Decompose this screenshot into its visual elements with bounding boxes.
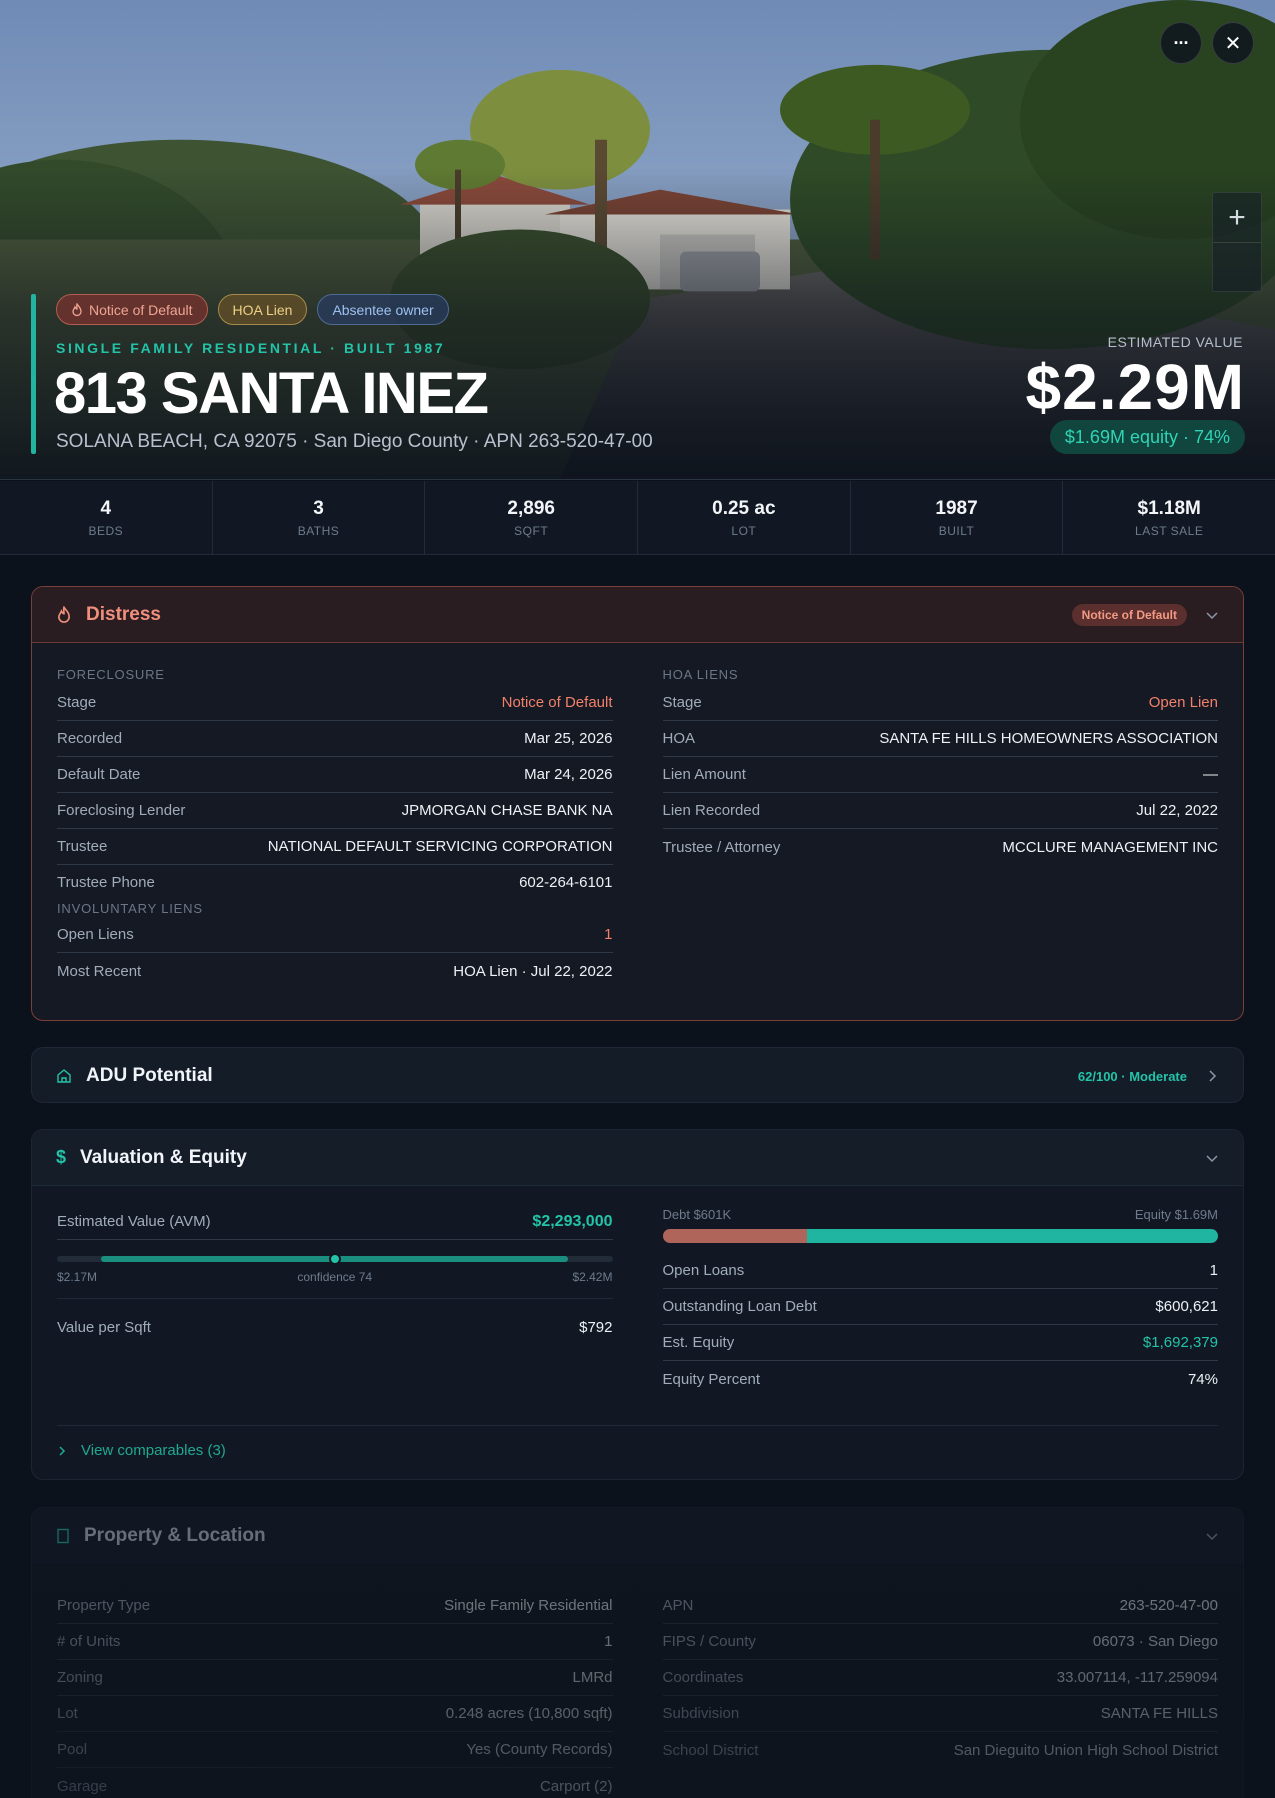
status-badges: Notice of Default HOA Lien Absentee owne… — [56, 294, 449, 325]
table-row: Most Recent HOA Lien · Jul 22, 2022 — [57, 962, 613, 980]
valuation-title: Valuation & Equity — [80, 1146, 247, 1168]
range-labels: $2.17M confidence 74 $2.42M — [57, 1270, 613, 1284]
table-row: Subdivision SANTA FE HILLS — [662, 1696, 1218, 1732]
hero: ··· ✕ + Notice of Default HOA Lien Absen… — [0, 0, 1275, 480]
stat-lot: 0.25 ac LOT — [638, 481, 851, 554]
table-row: Stage Notice of Default — [57, 685, 613, 721]
dollar-icon: $ — [56, 1147, 67, 1167]
table-row: Recorded Mar 25, 2026 — [57, 721, 613, 757]
table-row: School District San Dieguito Union High S… — [662, 1741, 1219, 1759]
flame-icon — [72, 302, 82, 316]
table-row: # of Units 1 — [57, 1624, 613, 1660]
table-row: Equity Percent 74% — [662, 1370, 1219, 1388]
close-button[interactable]: ✕ — [1212, 22, 1254, 64]
foreclosure-label: FORECLOSURE — [57, 666, 165, 682]
stat-beds: 4 BEDS — [0, 481, 213, 554]
zoom-in-button[interactable]: + — [1213, 193, 1261, 243]
table-row: Open Loans 1 — [662, 1253, 1218, 1289]
table-row: Lien Recorded Jul 22, 2022 — [662, 793, 1218, 829]
stat-sqft: 2,896 SQFT — [425, 481, 639, 554]
property-type-line: SINGLE FAMILY RESIDENTIAL · BUILT 1987 — [56, 340, 446, 356]
table-row: Property Type Single Family Residential — [57, 1588, 613, 1624]
avm-row: Estimated Value (AVM) $2,293,000 — [57, 1204, 613, 1240]
confidence-marker — [328, 1253, 341, 1265]
hero-accent-bar — [31, 294, 36, 454]
badge-hoa-lien: HOA Lien — [217, 294, 308, 325]
debt-equity-labels: Debt $601K Equity $1.69M — [662, 1206, 1219, 1222]
estimated-value: $2.29M — [1025, 351, 1245, 423]
table-row: FIPS / County 06073 · San Diego — [662, 1624, 1218, 1660]
avm-column: Estimated Value (AVM) $2,293,000 $2.17M c… — [57, 1204, 613, 1397]
more-icon: ··· — [1173, 32, 1190, 53]
chevron-right-icon — [59, 1445, 66, 1456]
table-row: Trustee NATIONAL DEFAULT SERVICING CORPOR… — [57, 829, 613, 865]
more-options-button[interactable]: ··· — [1160, 22, 1202, 64]
chevron-right-icon[interactable] — [1205, 1069, 1219, 1083]
property-title: Property & Location — [84, 1525, 266, 1546]
table-row: Pool Yes (County Records) — [57, 1732, 613, 1768]
table-row: APN 263-520-47-00 — [662, 1588, 1218, 1624]
table-row: Coordinates 33.007114, -117.259094 — [662, 1660, 1218, 1696]
table-row: Stage Open Lien — [662, 685, 1218, 721]
estimated-value-label: ESTIMATED VALUE — [1107, 334, 1243, 350]
adu-score: 62/100 · Moderate — [1077, 1068, 1187, 1084]
avm-range: $2.17M confidence 74 $2.42M — [57, 1248, 613, 1298]
property-left-column: Property Type Single Family Residential #… — [57, 1588, 613, 1798]
equity-segment — [806, 1229, 1218, 1243]
valuation-header[interactable]: $ Valuation & Equity — [32, 1130, 1243, 1186]
table-row: Trustee / Attorney MCCLURE MANAGEMENT INC — [662, 838, 1219, 856]
table-row: Lot 0.248 acres (10,800 sqft) — [57, 1696, 613, 1732]
value-per-sqft-row: Value per Sqft $792 — [57, 1298, 613, 1356]
view-comparables-link[interactable]: View comparables (3) — [57, 1425, 1218, 1475]
table-row: Trustee Phone 602-264-6101 — [57, 873, 613, 891]
debt-equity-column: Debt $601K Equity $1.69M Open Loans 1 Out… — [662, 1204, 1219, 1397]
property-right-column: APN 263-520-47-00 FIPS / County 06073 · Sa… — [662, 1588, 1219, 1798]
badge-notice-of-default: Notice of Default — [56, 294, 208, 325]
property-header[interactable]: Property & Location — [32, 1508, 1243, 1564]
property-location-card: Property & Location Property Type Single … — [31, 1507, 1244, 1798]
chevron-down-icon[interactable] — [1205, 608, 1219, 622]
table-row: Lien Amount — — [662, 757, 1218, 793]
stat-baths: 3 BATHS — [213, 481, 426, 554]
distress-status-badge: Notice of Default — [1071, 603, 1187, 626]
table-row: Zoning LMRd — [57, 1660, 613, 1696]
stat-last-sale: $1.18M LAST SALE — [1135, 497, 1204, 538]
hoa-liens-label: HOA LIENS — [662, 666, 739, 682]
table-row: Outstanding Loan Debt $600,621 — [662, 1289, 1218, 1325]
badge-absentee-owner: Absentee owner — [317, 294, 449, 325]
foreclosure-column: FORECLOSURE Stage Notice of Default Recor… — [57, 663, 613, 989]
sub-address: SOLANA BEACH, CA 92075 · San Diego Count… — [56, 431, 653, 452]
page-title: 813 SANTA INEZ — [54, 361, 489, 426]
map-zoom-control: + — [1212, 192, 1262, 292]
adu-title: ADU Potential — [86, 1065, 213, 1086]
table-row: Default Date Mar 24, 2026 — [57, 757, 613, 793]
table-row: Garage Carport (2) — [57, 1777, 613, 1795]
table-row: HOA SANTA FE HILLS HOMEOWNERS ASSOCIATION — [662, 721, 1218, 757]
flame-icon — [58, 605, 70, 623]
distress-header[interactable]: Distress Notice of Default — [32, 587, 1243, 643]
plus-icon: + — [1228, 200, 1246, 234]
chevron-down-icon[interactable] — [1205, 1529, 1219, 1543]
stat-built: 1987 BUILT — [851, 481, 1064, 554]
chevron-down-icon[interactable] — [1205, 1151, 1219, 1165]
hoa-liens-column: HOA LIENS Stage Open Lien HOA SANTA FE HIL… — [662, 663, 1219, 989]
building-icon — [57, 1528, 69, 1544]
adu-header[interactable]: ADU Potential 62/100 · Moderate — [32, 1048, 1243, 1102]
valuation-equity-card: $ Valuation & Equity Estimated Value (AV… — [31, 1129, 1244, 1480]
property-stats: 4 BEDS 3 BATHS 2,896 SQFT 0.25 ac LOT 1987 BU… — [0, 481, 1275, 555]
equity-pill: $1.69M equity · 74% — [1049, 420, 1245, 454]
close-icon: ✕ — [1224, 32, 1242, 55]
involuntary-liens-label: INVOLUNTARY LIENS — [57, 900, 203, 916]
table-row: Foreclosing Lender JPMORGAN CHASE BANK NA — [57, 793, 613, 829]
distress-card: Distress Notice of Default FORECLOSURE S… — [31, 586, 1244, 1021]
home-icon — [57, 1069, 71, 1083]
adu-potential-card[interactable]: ADU Potential 62/100 · Moderate — [31, 1047, 1244, 1103]
distress-title: Distress — [86, 603, 161, 625]
table-row: Open Liens 1 — [57, 917, 613, 953]
table-row: Est. Equity $1,692,379 — [662, 1325, 1218, 1361]
debt-equity-bar — [662, 1229, 1218, 1243]
debt-segment — [662, 1229, 807, 1243]
